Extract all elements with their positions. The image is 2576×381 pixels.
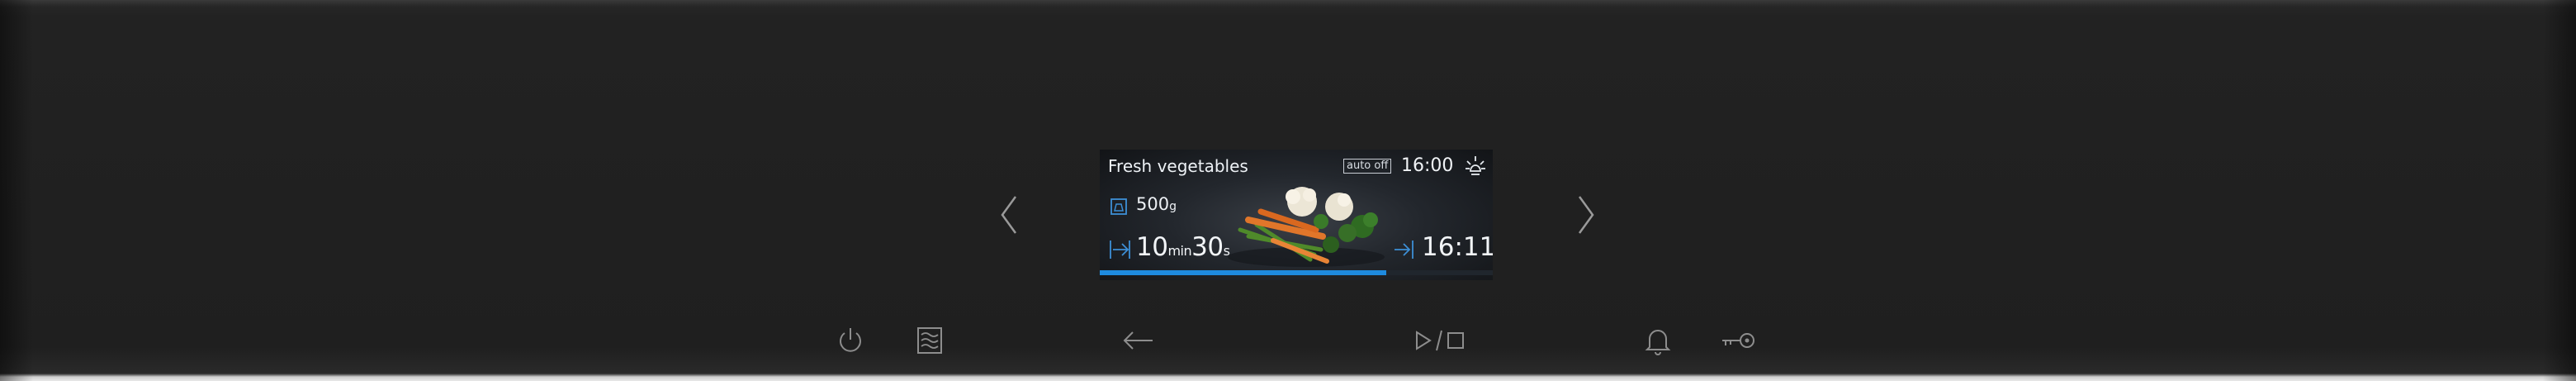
lamp-icon[interactable] xyxy=(1463,155,1488,179)
back-arrow-icon[interactable] xyxy=(1121,324,1154,357)
cooking-progress-bar xyxy=(1100,270,1493,275)
display-screen: Fresh vegetables auto off 16:00 500g 10m… xyxy=(1100,150,1493,280)
dish-title: Fresh vegetables xyxy=(1108,156,1248,176)
weight-icon xyxy=(1110,198,1128,216)
end-time-value[interactable]: 16:11 xyxy=(1422,232,1493,262)
weight-number: 500 xyxy=(1136,194,1170,214)
duration-value[interactable]: 10min30s xyxy=(1136,232,1230,262)
steam-mode-icon[interactable] xyxy=(913,324,946,357)
bell-icon[interactable] xyxy=(1641,324,1674,357)
key-lock-icon[interactable] xyxy=(1719,324,1757,357)
seconds-unit: s xyxy=(1223,243,1230,259)
play-stop-icon[interactable] xyxy=(1413,324,1471,357)
clock-time: 16:00 xyxy=(1401,155,1454,176)
minutes-unit: min xyxy=(1167,243,1192,259)
weight-unit: g xyxy=(1169,200,1177,213)
auto-off-badge[interactable]: auto off xyxy=(1343,159,1392,174)
weight-value[interactable]: 500g xyxy=(1136,194,1177,214)
chevron-right-icon[interactable] xyxy=(1573,192,1598,238)
vegetables-image xyxy=(1224,179,1389,269)
chevron-left-icon[interactable] xyxy=(997,192,1022,238)
duration-icon xyxy=(1108,239,1131,260)
cooking-progress-fill xyxy=(1100,270,1387,275)
oven-control-panel: Fresh vegetables auto off 16:00 500g 10m… xyxy=(0,0,2576,381)
duration-minutes: 10 xyxy=(1136,232,1168,262)
power-icon[interactable] xyxy=(834,324,867,357)
end-time-icon xyxy=(1393,239,1416,260)
duration-seconds: 30 xyxy=(1191,232,1224,262)
